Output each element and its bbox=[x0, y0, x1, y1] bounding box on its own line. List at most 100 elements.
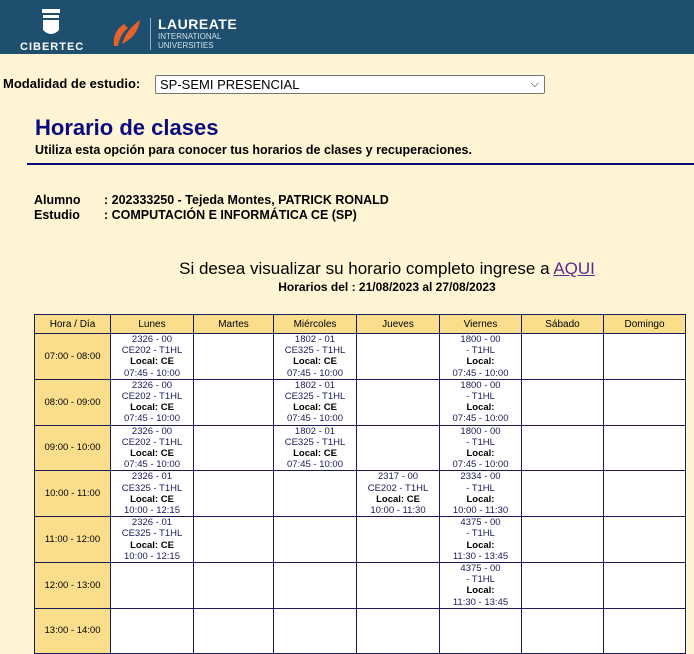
class-cell: 2326 - 01 CE325 - T1HL Local: CE 10:00 - 12… bbox=[110, 516, 194, 564]
header-hour: Hora / Día bbox=[34, 314, 111, 334]
empty-cell bbox=[521, 607, 604, 654]
class-local: Local: bbox=[466, 585, 495, 597]
class-code: 1800 - 00 bbox=[460, 425, 501, 437]
empty-cell bbox=[356, 607, 440, 654]
empty-cell bbox=[193, 424, 274, 472]
alumno-label: Alumno bbox=[34, 193, 81, 207]
schedule-row: 11:00 - 12:00 2326 - 01 CE325 - T1HL Local:… bbox=[34, 516, 686, 564]
empty-cell bbox=[521, 516, 604, 564]
hour-cell: 07:00 - 08:00 bbox=[34, 333, 111, 380]
laureate-leaf-icon bbox=[113, 20, 140, 46]
class-local: Local: CE bbox=[130, 493, 174, 505]
logo-divider bbox=[150, 18, 151, 50]
class-local: Local: CE bbox=[376, 493, 420, 505]
modalidad-label: Modalidad de estudio: bbox=[3, 76, 141, 91]
class-code: 4375 - 00 bbox=[460, 563, 501, 575]
class-cell: 4375 - 00- T1HL Local: 11:30 - 13:45 bbox=[439, 562, 522, 609]
class-course: CE325 - T1HL bbox=[284, 436, 346, 448]
class-time: 10:00 - 12:15 bbox=[124, 505, 180, 517]
class-time: 10:00 - 11:30 bbox=[370, 505, 426, 517]
class-course: CE325 - T1HL bbox=[284, 391, 346, 403]
empty-cell bbox=[356, 424, 440, 472]
empty-cell bbox=[356, 333, 440, 380]
class-course: - T1HL bbox=[466, 436, 495, 448]
class-time: 07:45 - 10:00 bbox=[287, 367, 343, 379]
cibertec-logo[interactable]: CIBERTEC bbox=[20, 6, 85, 53]
empty-cell bbox=[603, 333, 686, 380]
class-code: 1802 - 01 bbox=[294, 334, 336, 345]
page-title: Horario de clases bbox=[35, 115, 219, 140]
class-cell: 1802 - 01 CE325 - T1HL Local: CE 07:45 - 10… bbox=[273, 378, 357, 426]
class-local: Local: CE bbox=[130, 448, 174, 460]
empty-cell bbox=[273, 607, 357, 654]
class-cell: 4375 - 00- T1HL Local: 11:30 - 13:45 bbox=[439, 516, 522, 564]
class-cell: 1800 - 00- T1HL Local: 07:45 - 10:00 bbox=[439, 333, 522, 380]
class-code: 1800 - 00 bbox=[460, 379, 501, 391]
empty-cell bbox=[603, 516, 686, 564]
empty-cell bbox=[193, 607, 274, 654]
class-course: - T1HL bbox=[466, 391, 495, 403]
header-bar: CIBERTEC LAUREATE INTERNATIONAL UNIVERSI… bbox=[0, 0, 694, 54]
class-cell: 2317 - 00 CE202 - T1HL Local: CE 10:00 - 11… bbox=[356, 470, 440, 518]
empty-cell bbox=[273, 562, 357, 609]
class-course: - T1HL bbox=[466, 482, 495, 494]
class-course: CE325 - T1HL bbox=[121, 482, 183, 494]
laureate-logo[interactable]: LAUREATE INTERNATIONAL UNIVERSITIES bbox=[158, 16, 237, 50]
schedule-row: 07:00 - 08:00 2326 - 00 CE202 - T1HL Local:… bbox=[34, 333, 686, 380]
title-divider bbox=[27, 163, 694, 165]
empty-cell bbox=[439, 607, 522, 654]
alumno-value: : 202333250 - Tejeda Montes, PATRICK RON… bbox=[104, 193, 389, 207]
header-lunes: Lunes bbox=[110, 314, 194, 334]
class-course: - T1HL bbox=[466, 345, 495, 357]
laureate-sub2: UNIVERSITIES bbox=[158, 41, 214, 50]
class-local: Local: CE bbox=[293, 402, 337, 414]
class-local: Local: CE bbox=[130, 539, 174, 551]
class-local: Local: CE bbox=[130, 402, 174, 414]
schedule-header-row: Hora / Día Lunes Martes Miércoles Jueves… bbox=[34, 314, 686, 334]
empty-cell bbox=[603, 378, 686, 426]
class-cell: 1800 - 00- T1HL Local: 07:45 - 10:00 bbox=[439, 424, 522, 472]
cibertec-shield-icon bbox=[42, 9, 60, 34]
schedule-table: Hora / Día Lunes Martes Miércoles Jueves… bbox=[34, 314, 686, 654]
class-time: 07:45 - 10:00 bbox=[452, 459, 509, 471]
class-time: 10:00 - 11:30 bbox=[452, 505, 509, 517]
class-code: 2326 - 00 bbox=[131, 425, 173, 437]
header-jueves: Jueves bbox=[356, 314, 440, 334]
empty-cell bbox=[193, 378, 274, 426]
cibertec-wordmark: CIBERTEC bbox=[20, 41, 85, 53]
empty-cell bbox=[193, 516, 274, 564]
class-course: CE202 - T1HL bbox=[121, 345, 183, 357]
empty-cell bbox=[193, 333, 274, 380]
class-course: CE202 - T1HL bbox=[121, 391, 183, 403]
empty-cell bbox=[521, 562, 604, 609]
hour-cell: 10:00 - 11:00 bbox=[34, 470, 111, 518]
empty-cell bbox=[521, 470, 604, 518]
class-local: Local: bbox=[466, 493, 495, 505]
class-cell: 2326 - 00 CE202 - T1HL Local: CE 07:45 - 10… bbox=[110, 333, 194, 380]
full-schedule-prompt: Si desea visualizar su horario completo … bbox=[0, 259, 694, 279]
class-cell: 2326 - 01 CE325 - T1HL Local: CE 10:00 - 12… bbox=[110, 470, 194, 518]
empty-cell bbox=[521, 424, 604, 472]
empty-cell bbox=[603, 562, 686, 609]
empty-cell bbox=[273, 516, 357, 564]
class-time: 11:30 - 13:45 bbox=[452, 550, 509, 562]
class-local: Local: CE bbox=[130, 356, 174, 368]
class-local: Local: bbox=[466, 448, 495, 460]
class-local: Local: bbox=[466, 356, 495, 368]
empty-cell bbox=[603, 470, 686, 518]
class-local: Local: CE bbox=[293, 356, 337, 368]
class-time: 10:00 - 12:15 bbox=[124, 550, 180, 562]
header-domingo: Domingo bbox=[603, 314, 686, 334]
aqui-link[interactable]: AQUI bbox=[553, 259, 595, 278]
class-code: 2317 - 00 bbox=[377, 471, 419, 483]
empty-cell bbox=[273, 470, 357, 518]
class-cell: 2326 - 00 CE202 - T1HL Local: CE 07:45 - 10… bbox=[110, 424, 194, 472]
class-cell: 1802 - 01 CE325 - T1HL Local: CE 07:45 - 10… bbox=[273, 424, 357, 472]
empty-cell bbox=[603, 607, 686, 654]
hour-cell: 08:00 - 09:00 bbox=[34, 378, 111, 426]
modalidad-select[interactable]: SP-SEMI PRESENCIAL ⌵ bbox=[155, 75, 545, 94]
schedule-row: 08:00 - 09:00 2326 - 00 CE202 - T1HL Local:… bbox=[34, 378, 686, 426]
full-schedule-text: Si desea visualizar su horario completo … bbox=[179, 259, 550, 278]
class-code: 2334 - 00 bbox=[460, 471, 501, 483]
class-code: 2326 - 01 bbox=[131, 517, 173, 529]
